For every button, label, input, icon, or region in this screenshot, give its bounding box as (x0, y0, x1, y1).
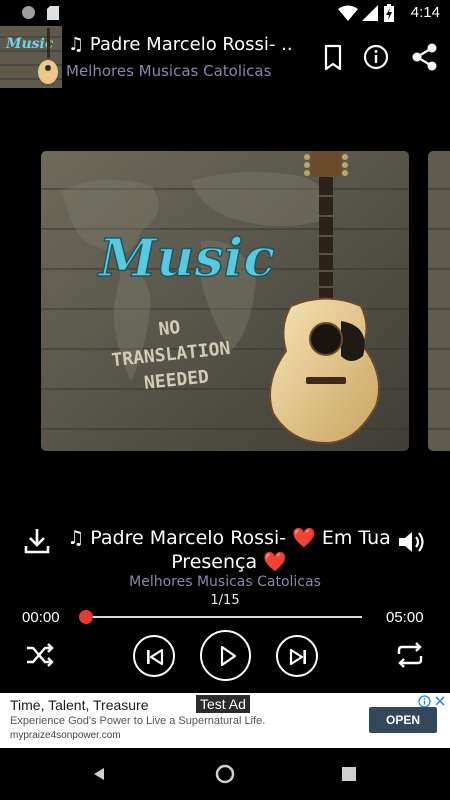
seek-bar[interactable] (86, 616, 362, 618)
skip-next-icon (289, 648, 306, 666)
cover-headline: Music (97, 228, 275, 289)
repeat-icon[interactable] (394, 640, 426, 670)
signal-icon (362, 5, 378, 21)
album-cover[interactable]: Music NO TRANSLATION NEEDED (41, 151, 409, 451)
info-icon[interactable] (359, 40, 393, 74)
app-bar-subtitle: Melhores Musicas Catolicas (66, 62, 272, 80)
battery-charging-icon (384, 4, 394, 22)
duration-time: 05:00 (386, 609, 424, 626)
top-app-bar: Music ♫ Padre Marcelo Rossi- .. Melhores… (0, 26, 450, 88)
back-icon[interactable] (91, 766, 107, 782)
notification-dot-icon (22, 6, 35, 19)
next-button[interactable] (276, 635, 318, 677)
status-time: 4:14 (410, 4, 440, 21)
svg-text:Music: Music (5, 36, 54, 52)
bookmark-icon[interactable] (316, 40, 350, 74)
recents-icon[interactable] (342, 767, 356, 781)
volume-icon[interactable] (396, 528, 426, 556)
elapsed-time: 00:00 (22, 609, 60, 626)
song-artist: Melhores Musicas Catolicas (129, 574, 321, 590)
ad-open-button[interactable]: OPEN (369, 707, 437, 733)
play-icon (220, 645, 237, 667)
sd-card-icon (47, 6, 59, 20)
ad-label-badge: Test Ad (196, 695, 250, 713)
ad-close-icon[interactable] (434, 695, 446, 707)
ad-body-text: Experience God's Power to Live a Superna… (10, 715, 266, 727)
play-button[interactable] (200, 630, 251, 681)
status-bar: 4:14 (0, 0, 450, 26)
next-cover-peek[interactable] (428, 151, 450, 451)
home-icon[interactable] (215, 764, 235, 784)
ad-title[interactable]: Time, Talent, Treasure (10, 697, 149, 713)
ad-url: mypraize4sonpower.com (10, 730, 121, 741)
wifi-icon (338, 5, 358, 21)
shuffle-icon[interactable] (24, 640, 56, 670)
cover-stamp-line1: NO (158, 317, 182, 340)
download-icon[interactable] (22, 526, 52, 556)
app-bar-title: ♫ Padre Marcelo Rossi- .. (68, 34, 293, 55)
ad-banner[interactable]: Time, Talent, Treasure Test Ad Experienc… (0, 693, 450, 748)
seek-thumb[interactable] (79, 610, 93, 624)
track-counter: 1/15 (210, 593, 240, 608)
system-nav-bar (0, 748, 450, 800)
skip-previous-icon (147, 648, 164, 666)
album-thumbnail[interactable]: Music (0, 26, 62, 88)
previous-button[interactable] (133, 635, 175, 677)
share-icon[interactable] (408, 40, 442, 74)
song-title: ♫ Padre Marcelo Rossi- ❤️ Em Tua Presenç… (67, 527, 391, 573)
